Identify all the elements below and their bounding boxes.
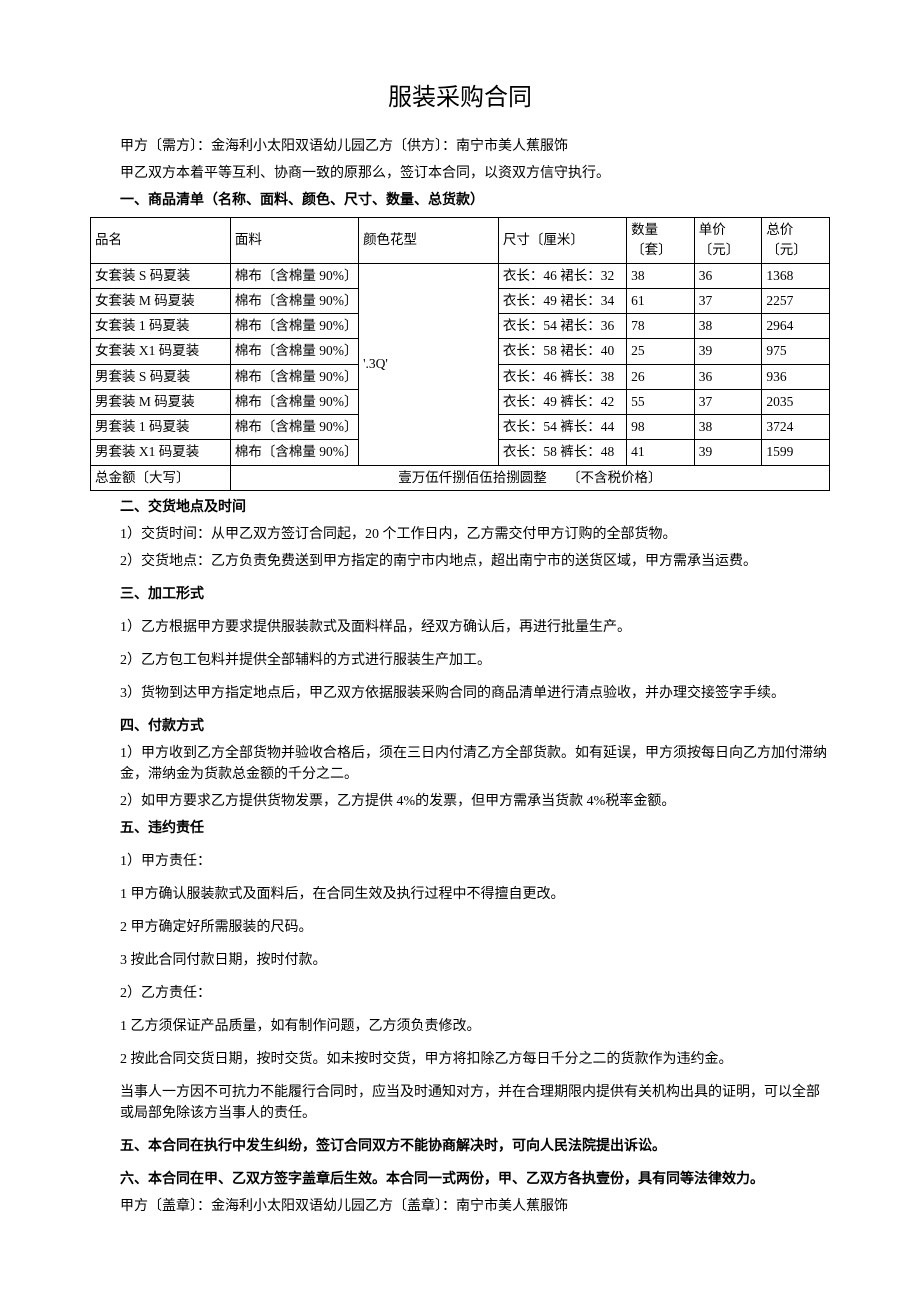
cell-material: 棉布〔含棉量 90%〕 [230,364,358,389]
cell-qty: 55 [627,389,695,414]
cell-price: 39 [694,440,762,465]
cell-total: 2257 [762,288,830,313]
cell-size: 衣长：49 裙长：34 [498,288,626,313]
section5-p1c: 3 按此合同付款日期，按时付款。 [120,950,830,971]
cell-price: 37 [694,389,762,414]
cell-material: 棉布〔含棉量 90%〕 [230,339,358,364]
cell-size: 衣长：46 裙长：32 [498,263,626,288]
total-note: 〔不含税价格〕 [567,470,662,485]
cell-qty: 25 [627,339,695,364]
th-price: 单价〔元〕 [694,218,762,264]
signatures: 甲方〔盖章〕：金海利小太阳双语幼儿园乙方〔盖章〕：南宁市美人蕉服饰 [120,1196,830,1217]
section3-p1: 1）乙方根据甲方要求提供服装款式及面料样品，经双方确认后，再进行批量生产。 [120,617,830,638]
section5-heading: 五、违约责任 [120,818,830,839]
cell-total: 2035 [762,389,830,414]
cell-size: 衣长：46 裤长：38 [498,364,626,389]
th-qty: 数量〔套〕 [627,218,695,264]
section1-heading: 一、商品清单（名称、面料、颜色、尺寸、数量、总货款） [120,190,830,211]
th-pattern: 颜色花型 [359,218,499,264]
cell-size: 衣长：58 裙长：40 [498,339,626,364]
section3-p2: 2）乙方包工包料并提供全部辅料的方式进行服装生产加工。 [120,650,830,671]
parties-line: 甲方〔需方〕：金海利小太阳双语幼儿园乙方〔供方〕：南宁市美人蕉服饰 [120,136,830,157]
th-total: 总价〔元〕 [762,218,830,264]
cell-price: 36 [694,364,762,389]
section2-p2: 2）交货地点：乙方负责免费送到甲方指定的南宁市内地点，超出南宁市的送货区域，甲方… [120,551,830,572]
cell-qty: 26 [627,364,695,389]
cell-qty: 98 [627,415,695,440]
cell-total: 936 [762,364,830,389]
th-material: 面料 [230,218,358,264]
cell-total: 2964 [762,314,830,339]
total-value: 壹万伍仟捌佰伍拾捌圆整 〔不含税价格〕 [230,465,829,490]
cell-name: 男套装 S 码夏装 [91,364,231,389]
cell-name: 男套装 1 码夏装 [91,415,231,440]
cell-price: 37 [694,288,762,313]
cell-size: 衣长：58 裤长：48 [498,440,626,465]
cell-price: 38 [694,415,762,440]
section5-p2a: 1 乙方须保证产品质量，如有制作问题，乙方须负责修改。 [120,1016,830,1037]
section4-p1: 1）甲方收到乙方全部货物并验收合格后，须在三日内付清乙方全部货款。如有延误，甲方… [120,743,830,785]
page-title: 服装采购合同 [90,80,830,116]
total-text: 壹万伍仟捌佰伍拾捌圆整 [398,470,547,485]
cell-total: 975 [762,339,830,364]
section4-p2: 2）如甲方要求乙方提供货物发票，乙方提供 4%的发票，但甲方需承当货款 4%税率… [120,791,830,812]
cell-qty: 78 [627,314,695,339]
section3-heading: 三、加工形式 [120,584,830,605]
cell-total: 1599 [762,440,830,465]
section5-p2b: 2 按此合同交货日期，按时交货。如未按时交货，甲方将扣除乙方每日千分之二的货款作… [120,1049,830,1070]
cell-material: 棉布〔含棉量 90%〕 [230,314,358,339]
cell-price: 39 [694,339,762,364]
cell-qty: 38 [627,263,695,288]
cell-price: 38 [694,314,762,339]
cell-total: 1368 [762,263,830,288]
section2-p1: 1）交货时间：从甲乙双方签订合同起，20 个工作日内，乙方需交付甲方订购的全部货… [120,524,830,545]
cell-qty: 41 [627,440,695,465]
section5-p1: 1）甲方责任： [120,851,830,872]
cell-size: 衣长：54 裤长：44 [498,415,626,440]
cell-material: 棉布〔含棉量 90%〕 [230,389,358,414]
th-size: 尺寸〔厘米〕 [498,218,626,264]
section5-p1b: 2 甲方确定好所需服装的尺码。 [120,917,830,938]
cell-material: 棉布〔含棉量 90%〕 [230,263,358,288]
cell-name: 男套装 M 码夏装 [91,389,231,414]
section4-heading: 四、付款方式 [120,716,830,737]
section2-heading: 二、交货地点及时间 [120,497,830,518]
cell-name: 女套装 X1 码夏装 [91,339,231,364]
section3-p3: 3）货物到达甲方指定地点后，甲乙双方依据服装采购合同的商品清单进行清点验收，并办… [120,683,830,704]
section5-p2: 2）乙方责任： [120,983,830,1004]
cell-material: 棉布〔含棉量 90%〕 [230,288,358,313]
section5-p3: 当事人一方因不可抗力不能履行合同时，应当及时通知对方，并在合理期限内提供有关机构… [120,1082,830,1124]
cell-pattern: '.3Q' [359,263,499,465]
cell-name: 女套装 M 码夏装 [91,288,231,313]
cell-material: 棉布〔含棉量 90%〕 [230,440,358,465]
preamble: 甲乙双方本着平等互利、协商一致的原那么，签订本合同，以资双方信守执行。 [120,163,830,184]
section7: 六、本合同在甲、乙双方签字盖章后生效。本合同一式两份，甲、乙双方各执壹份，具有同… [120,1169,830,1190]
product-table: 品名 面料 颜色花型 尺寸〔厘米〕 数量〔套〕 单价〔元〕 总价〔元〕 女套装 … [90,217,830,491]
table-total-row: 总金额〔大写〕 壹万伍仟捌佰伍拾捌圆整 〔不含税价格〕 [91,465,830,490]
table-header-row: 品名 面料 颜色花型 尺寸〔厘米〕 数量〔套〕 单价〔元〕 总价〔元〕 [91,218,830,264]
cell-name: 女套装 1 码夏装 [91,314,231,339]
cell-price: 36 [694,263,762,288]
cell-size: 衣长：54 裙长：36 [498,314,626,339]
section5-p1a: 1 甲方确认服装款式及面料后，在合同生效及执行过程中不得擅自更改。 [120,884,830,905]
table-row: 女套装 S 码夏装 棉布〔含棉量 90%〕 '.3Q' 衣长：46 裙长：32 … [91,263,830,288]
section6: 五、本合同在执行中发生纠纷，签订合同双方不能协商解决时，可向人民法院提出诉讼。 [120,1136,830,1157]
cell-total: 3724 [762,415,830,440]
cell-name: 女套装 S 码夏装 [91,263,231,288]
cell-qty: 61 [627,288,695,313]
cell-size: 衣长：49 裤长：42 [498,389,626,414]
th-name: 品名 [91,218,231,264]
cell-name: 男套装 X1 码夏装 [91,440,231,465]
total-label: 总金额〔大写〕 [91,465,231,490]
cell-material: 棉布〔含棉量 90%〕 [230,415,358,440]
